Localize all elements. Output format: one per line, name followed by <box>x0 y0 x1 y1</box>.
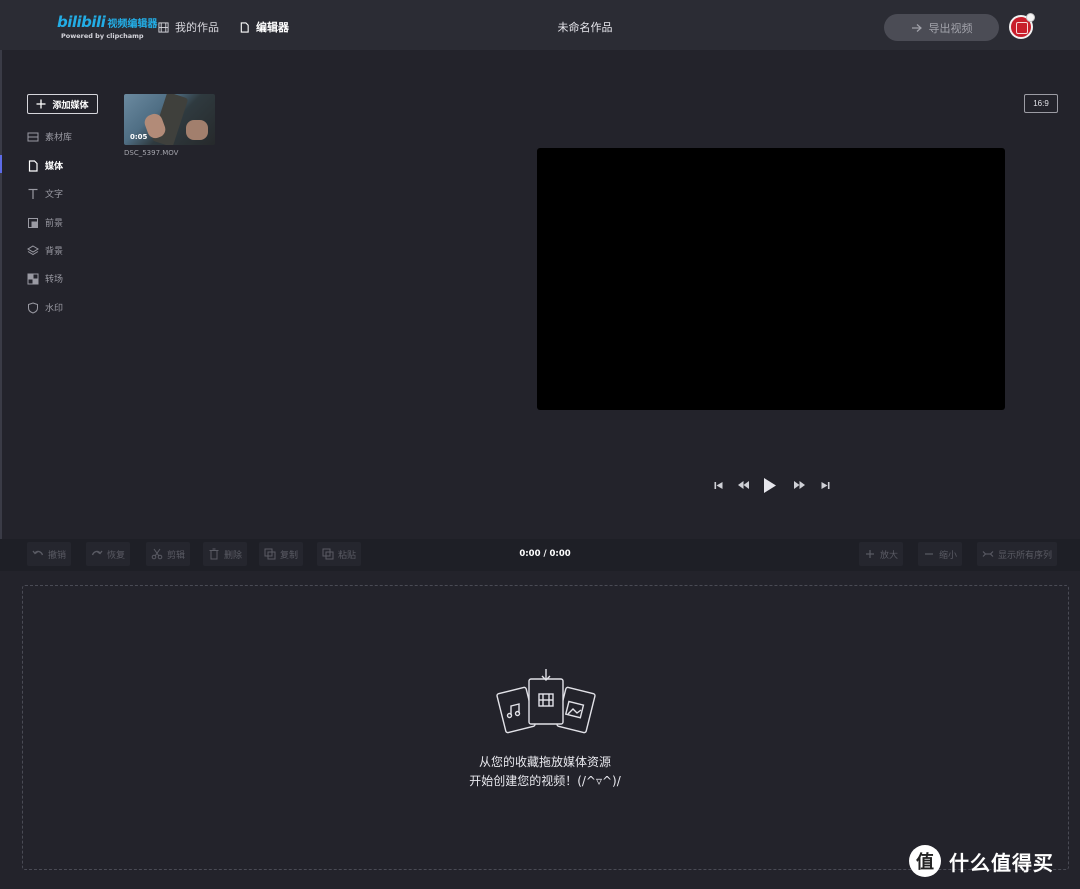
sidebar-item-label: 前景 <box>45 219 64 229</box>
redo-icon <box>91 550 103 556</box>
text-icon <box>28 188 38 199</box>
sidebar-item-label: 文字 <box>45 190 64 200</box>
play-button[interactable] <box>762 477 778 493</box>
app-logo[interactable]: bilibili 视频编辑器 Powered by clipchamp <box>57 12 158 40</box>
scissors-icon <box>151 548 163 560</box>
drop-hint-line2: 开始创建您的视频！(/^▿^)/ <box>469 774 621 788</box>
zoom-in-label: 放大 <box>880 550 899 561</box>
skip-to-start-button[interactable] <box>712 477 724 493</box>
redo-button[interactable]: 恢复 <box>86 542 131 566</box>
shield-icon <box>28 301 38 314</box>
copy-button[interactable]: 复制 <box>259 542 304 566</box>
logo-brand: bilibili <box>57 13 106 31</box>
sidebar-item-label: 背景 <box>45 247 64 257</box>
zoom-in-button[interactable]: 放大 <box>859 542 904 566</box>
layers-icon <box>27 244 39 255</box>
add-media-button[interactable]: 添加媒体 <box>27 94 98 114</box>
show-all-sequences-button[interactable]: 显示所有序列 <box>977 542 1058 566</box>
show-all-sequences-label: 显示所有序列 <box>998 550 1053 561</box>
film-icon <box>158 21 169 33</box>
sidebar-item-label: 水印 <box>45 304 64 314</box>
thumbnail-hand-shape <box>186 120 208 140</box>
paste-button[interactable]: 粘贴 <box>317 542 362 566</box>
sidebar-active-indicator <box>0 155 2 173</box>
skip-end-icon <box>821 481 829 489</box>
copy-icon <box>264 548 276 560</box>
fast-forward-button[interactable] <box>792 477 806 493</box>
rewind-icon <box>737 481 749 489</box>
logo-app-name: 视频编辑器 <box>107 19 158 30</box>
media-thumbnail[interactable]: 0:05 <box>124 94 215 145</box>
fast-forward-icon <box>793 481 805 489</box>
undo-icon <box>32 550 44 556</box>
document-icon <box>240 21 249 33</box>
plus-icon <box>36 99 46 109</box>
undo-button[interactable]: 撤销 <box>27 542 72 566</box>
redo-label: 恢复 <box>107 550 126 561</box>
plus-icon <box>866 550 874 558</box>
cut-button[interactable]: 剪辑 <box>146 542 191 566</box>
export-video-button[interactable]: 导出视频 <box>884 14 999 41</box>
library-icon <box>27 132 39 141</box>
expand-icon <box>982 551 994 557</box>
export-video-label: 导出视频 <box>928 22 973 35</box>
site-watermark: 值 什么值得买 <box>909 845 1054 877</box>
sidebar-item-label: 媒体 <box>45 162 64 172</box>
nav-editor-label: 编辑器 <box>256 21 289 34</box>
sidebar-item-background[interactable]: 背景 <box>27 244 63 257</box>
watermark-text: 什么值得买 <box>949 850 1054 875</box>
document-icon <box>28 159 38 172</box>
aspect-ratio-button[interactable]: 16:9 <box>1024 94 1058 113</box>
trash-icon <box>209 548 219 560</box>
nav-my-works[interactable]: 我的作品 <box>158 19 219 35</box>
arrow-right-icon <box>911 23 922 32</box>
drop-hint-line1: 从您的收藏拖放媒体资源 <box>478 755 611 769</box>
zoom-out-button[interactable]: 缩小 <box>918 542 963 566</box>
project-title[interactable]: 未命名作品 <box>558 21 613 34</box>
zoom-out-label: 缩小 <box>939 550 958 561</box>
skip-start-icon <box>714 481 722 489</box>
cut-label: 剪辑 <box>167 550 186 561</box>
video-preview[interactable] <box>537 148 1005 410</box>
paste-label: 粘贴 <box>338 550 357 561</box>
drop-media-illustration <box>496 669 596 734</box>
skip-to-end-button[interactable] <box>819 477 831 493</box>
sidebar-edge <box>0 50 2 540</box>
sidebar-item-media[interactable]: 媒体 <box>27 159 63 172</box>
sidebar-item-label: 素材库 <box>45 133 73 143</box>
nav-my-works-label: 我的作品 <box>175 21 219 34</box>
foreground-icon <box>28 217 38 228</box>
sidebar-item-transitions[interactable]: 转场 <box>27 272 63 285</box>
media-duration: 0:05 <box>130 133 148 141</box>
notification-dot <box>1026 13 1035 22</box>
transition-icon <box>27 273 39 284</box>
undo-label: 撤销 <box>48 550 67 561</box>
add-media-label: 添加媒体 <box>52 99 89 110</box>
film-card-icon <box>528 678 564 725</box>
sidebar-item-library[interactable]: 素材库 <box>27 130 72 143</box>
delete-button[interactable]: 删除 <box>203 542 248 566</box>
minus-icon <box>925 553 933 555</box>
watermark-logo: 值 <box>909 845 941 877</box>
logo-powered-by: Powered by clipchamp <box>61 32 144 40</box>
sidebar-item-label: 转场 <box>45 275 64 285</box>
paste-icon <box>322 548 334 560</box>
nav-editor[interactable]: 编辑器 <box>239 19 289 35</box>
play-icon <box>764 477 776 493</box>
copy-label: 复制 <box>280 550 299 561</box>
sidebar-item-foreground[interactable]: 前景 <box>27 216 63 229</box>
delete-label: 删除 <box>224 550 243 561</box>
sidebar-item-watermark[interactable]: 水印 <box>27 301 63 314</box>
rewind-button[interactable] <box>736 477 750 493</box>
sidebar-item-text[interactable]: 文字 <box>27 187 63 200</box>
media-file-name: DSC_5397.MOV <box>124 149 179 157</box>
